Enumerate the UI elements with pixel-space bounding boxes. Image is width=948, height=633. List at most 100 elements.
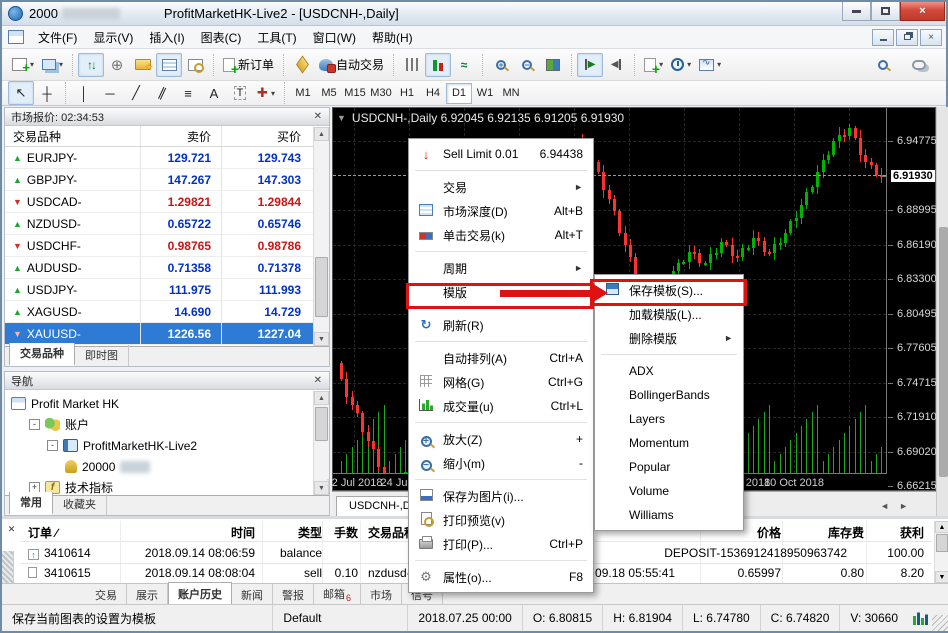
context-menu-item-网格(G)[interactable]: 网格(G)Ctrl+G (409, 370, 593, 394)
market-watch-row[interactable]: ▼USDCHF-0.987650.98786 (5, 235, 329, 257)
tab-scroll-arrows[interactable]: ◄► (880, 501, 918, 511)
table-column-header[interactable]: 时间 (120, 524, 255, 541)
column-bid[interactable]: 卖价 (121, 128, 211, 145)
market-watch-row[interactable]: ▲USDJPY-111.975111.993 (5, 279, 329, 301)
market-watch-row[interactable]: ▼USDCAD-1.298211.29844 (5, 191, 329, 213)
vertical-line-button[interactable]: │ (71, 81, 97, 105)
template-submenu-item-Momentum[interactable]: Momentum (595, 431, 743, 455)
child-close-button[interactable]: × (920, 29, 942, 46)
terminal-toggle-button[interactable] (156, 53, 182, 77)
navigator-toggle-button[interactable] (130, 53, 156, 77)
timeframe-button-h1[interactable]: H1 (394, 83, 420, 104)
template-submenu-item-Popular[interactable]: Popular (595, 455, 743, 479)
strategy-tester-button[interactable] (182, 53, 208, 77)
menubar-item-3[interactable]: 图表(C) (195, 25, 252, 49)
context-menu-item-保存为图片(i)...[interactable]: 保存为图片(i)... (409, 484, 593, 508)
column-ask[interactable]: 买价 (211, 128, 301, 145)
search-button[interactable] (870, 53, 896, 77)
template-submenu-item-Layers[interactable]: Layers (595, 407, 743, 431)
fibonacci-button[interactable]: ≡ (175, 81, 201, 105)
terminal-close-icon[interactable]: ✕ (5, 523, 18, 536)
indicators-button[interactable]: ▾ (640, 53, 667, 77)
context-menu-item-属性(o)...[interactable]: ⚙属性(o)...F8 (409, 565, 593, 589)
context-menu-item-周期[interactable]: 周期► (409, 256, 593, 280)
column-symbol[interactable]: 交易品种 (13, 128, 61, 145)
template-submenu-item-加载模版(L)...[interactable]: 加载模版(L)... (595, 302, 743, 326)
one-click-collapse-icon[interactable]: ▼ (337, 113, 346, 123)
template-submenu-item-Volume[interactable]: Volume (595, 479, 743, 503)
horizontal-line-button[interactable]: ─ (97, 81, 123, 105)
market-watch-toggle-button[interactable]: ↑↓ (78, 53, 104, 77)
template-submenu-item-ADX[interactable]: ADX (595, 359, 743, 383)
menubar-item-4[interactable]: 工具(T) (251, 25, 306, 49)
channel-button[interactable]: ∥ (149, 81, 175, 105)
text-label-button[interactable]: T (227, 81, 253, 105)
terminal-scrollbar[interactable]: ▲ ▼ (934, 521, 948, 583)
navigator-close-icon[interactable]: ✕ (311, 375, 325, 386)
tile-windows-button[interactable] (540, 53, 566, 77)
context-menu-item-自动排列(A)[interactable]: 自动排列(A)Ctrl+A (409, 346, 593, 370)
child-minimize-button[interactable] (872, 29, 894, 46)
tree-item-账户[interactable]: -账户 (11, 414, 329, 435)
child-window-icon[interactable] (8, 30, 24, 44)
templates-button[interactable]: ▾ (695, 53, 725, 77)
zoom-out-button[interactable]: − (514, 53, 540, 77)
table-column-header[interactable]: 获利 (858, 524, 924, 541)
timeframe-button-d1[interactable]: D1 (446, 83, 472, 104)
autotrading-button[interactable]: 自动交易 (315, 53, 388, 77)
market-watch-row[interactable]: ▲NZDUSD-0.657220.65746 (5, 213, 329, 235)
template-submenu-item-删除模版[interactable]: 删除模版► (595, 326, 743, 350)
market-watch-tab-即时图[interactable]: 即时图 (75, 345, 129, 366)
context-menu-item-打印(P)...[interactable]: 打印(P)...Ctrl+P (409, 532, 593, 556)
context-menu-item-单击交易(k)[interactable]: 单击交易(k)Alt+T (409, 223, 593, 247)
collapse-expander-icon[interactable]: - (29, 419, 40, 430)
context-menu-item-交易[interactable]: 交易► (409, 175, 593, 199)
table-column-header[interactable]: 订单 ∕ (28, 524, 128, 541)
timeframe-button-m1[interactable]: M1 (290, 83, 316, 104)
context-menu-item-Sell Limit 0.01[interactable]: ↓Sell Limit 0.016.94438 (409, 142, 593, 166)
template-submenu-item-BollingerBands[interactable]: BollingerBands (595, 383, 743, 407)
navigator-tab-常用[interactable]: 常用 (9, 492, 53, 515)
data-window-button[interactable]: ⊕ (104, 53, 130, 77)
arrows-button[interactable]: ✚▾ (253, 81, 279, 105)
market-watch-tab-交易品种[interactable]: 交易品种 (9, 343, 75, 366)
trendline-button[interactable]: ╱ (123, 81, 149, 105)
profiles-button[interactable]: ▾ (38, 53, 67, 77)
chart-shift-button[interactable]: ◀ (603, 53, 629, 77)
context-menu-item-缩小(m)[interactable]: −缩小(m)- (409, 451, 593, 475)
navigator-tab-收藏夹[interactable]: 收藏夹 (53, 494, 107, 515)
timeframe-button-mn[interactable]: MN (498, 83, 524, 104)
market-watch-row[interactable]: ▲AUDUSD-0.713580.71378 (5, 257, 329, 279)
market-watch-close-icon[interactable]: ✕ (311, 111, 325, 122)
cursor-button[interactable]: ↖ (8, 81, 34, 105)
template-submenu-item-Williams[interactable]: Williams (595, 503, 743, 527)
maximize-button[interactable] (871, 2, 900, 21)
resize-grip[interactable] (932, 615, 948, 631)
close-button[interactable]: × (900, 2, 945, 21)
timeframe-button-m30[interactable]: M30 (368, 83, 394, 104)
metaeditor-button[interactable] (289, 53, 315, 77)
table-column-header[interactable]: 手数 (310, 524, 358, 541)
context-menu-item-刷新(R)[interactable]: ↻刷新(R) (409, 313, 593, 337)
menubar-item-5[interactable]: 窗口(W) (307, 25, 366, 49)
periods-button[interactable]: ▾ (667, 53, 695, 77)
tree-item-Profit Market HK[interactable]: Profit Market HK (11, 393, 329, 414)
new-chart-button[interactable]: ▾ (8, 53, 38, 77)
menubar-item-0[interactable]: 文件(F) (32, 25, 87, 49)
table-column-header[interactable]: 库存费 (802, 524, 864, 541)
collapse-expander-icon[interactable]: - (47, 440, 58, 451)
timeframe-button-h4[interactable]: H4 (420, 83, 446, 104)
context-menu-item-放大(Z)[interactable]: +放大(Z)+ (409, 427, 593, 451)
template-submenu-item-保存模板(S)...[interactable]: 保存模板(S)... (595, 278, 743, 302)
child-restore-button[interactable] (896, 29, 918, 46)
context-menu-item-模版[interactable]: 模版► (409, 280, 593, 304)
timeframe-button-w1[interactable]: W1 (472, 83, 498, 104)
menubar-item-6[interactable]: 帮助(H) (366, 25, 423, 49)
candlestick-button[interactable] (425, 53, 451, 77)
timeframe-button-m15[interactable]: M15 (342, 83, 368, 104)
tree-item-20000[interactable]: 20000 (11, 456, 329, 477)
context-menu-item-市场深度(D)[interactable]: 市场深度(D)Alt+B (409, 199, 593, 223)
menubar-item-2[interactable]: 插入(I) (143, 25, 194, 49)
context-menu-item-成交量(u)[interactable]: 成交量(u)Ctrl+L (409, 394, 593, 418)
chat-button[interactable] (906, 53, 932, 77)
